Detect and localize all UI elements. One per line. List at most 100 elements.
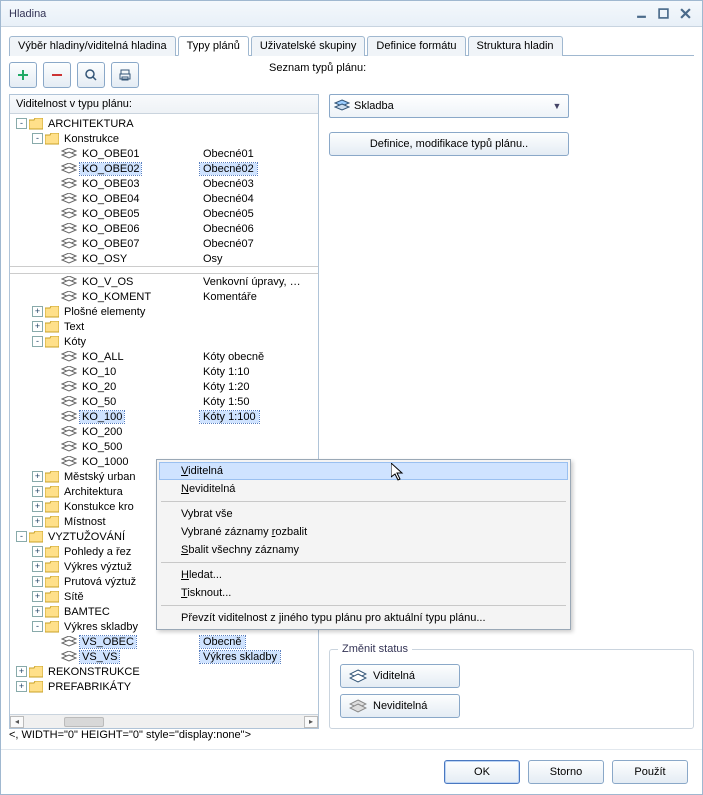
tree-folder[interactable]: +PREFABRIKÁTY <box>10 679 318 694</box>
tab-0[interactable]: Výběr hladiny/viditelná hladina <box>9 36 176 56</box>
row-desc: Obecné07 <box>200 238 257 250</box>
expander[interactable]: - <box>16 531 27 542</box>
tree-layer[interactable]: KO_ALLKóty obecně <box>10 349 318 364</box>
expander[interactable]: + <box>32 561 43 572</box>
row-label: VS_OBEC <box>80 636 136 648</box>
plan-type-combo[interactable]: Skladba ▼ <box>329 94 569 118</box>
titlebar: Hladina <box>1 1 702 27</box>
tree-layer[interactable]: KO_OBE01Obecné01 <box>10 146 318 161</box>
minimize-button[interactable] <box>632 6 650 22</box>
expander[interactable]: + <box>32 576 43 587</box>
menu-item[interactable]: Sbalit všechny záznamy <box>159 541 568 559</box>
expander[interactable]: + <box>32 471 43 482</box>
tree-layer[interactable]: KO_OBE02Obecné02 <box>10 161 318 176</box>
row-label: KO_500 <box>80 441 124 453</box>
tree-layer[interactable]: KO_OBE04Obecné04 <box>10 191 318 206</box>
tab-1[interactable]: Typy plánů <box>178 36 249 56</box>
expander[interactable]: + <box>32 516 43 527</box>
expander[interactable]: + <box>32 606 43 617</box>
tree-layer[interactable]: KO_100 Kóty 1:100 <box>10 409 318 424</box>
tree-layer[interactable]: KO_OBE07 Obecné07 <box>10 236 318 251</box>
expander[interactable]: + <box>32 546 43 557</box>
expander[interactable]: + <box>32 306 43 317</box>
tree-layer[interactable]: KO_KOMENT Komentáře <box>10 289 318 304</box>
expander[interactable]: + <box>32 501 43 512</box>
expander[interactable]: - <box>32 621 43 632</box>
row-desc: Obecné02 <box>200 163 257 175</box>
dialog-window: Hladina Výběr hladiny/viditelná hladinaT… <box>0 0 703 795</box>
tab-2[interactable]: Uživatelské skupiny <box>251 36 366 56</box>
row-label: ARCHITEKTURA <box>46 118 136 130</box>
menu-item[interactable]: Převzít viditelnost z jiného typu plánu … <box>159 609 568 627</box>
row-label: Architektura <box>62 486 125 498</box>
tree-folder[interactable]: -Konstrukce <box>10 131 318 146</box>
tree-layer[interactable]: VS_OBECObecně <box>10 634 318 649</box>
visible-button[interactable]: Viditelná <box>340 664 460 688</box>
tree-folder[interactable]: - ARCHITEKTURA <box>10 116 318 131</box>
menu-item[interactable]: Hledat... <box>159 566 568 584</box>
row-desc: Komentáře <box>200 291 260 303</box>
row-label: KO_OBE03 <box>80 178 141 190</box>
print-button[interactable] <box>111 62 139 88</box>
row-desc: Kóty 1:10 <box>200 366 252 378</box>
expander[interactable]: + <box>32 591 43 602</box>
invisible-button[interactable]: Neviditelná <box>340 694 460 718</box>
row-desc: Kóty 1:100 <box>200 411 259 423</box>
expander[interactable]: - <box>16 118 27 129</box>
tree-layer[interactable]: KO_20Kóty 1:20 <box>10 379 318 394</box>
tree-folder[interactable]: + Plošné elementy <box>10 304 318 319</box>
row-label: KO_V_OS <box>80 276 135 288</box>
dialog-footer: OK Storno Použít <box>1 749 702 794</box>
row-label: KO_OBE05 <box>80 208 141 220</box>
tree-layer[interactable]: KO_10 Kóty 1:10 <box>10 364 318 379</box>
search-button[interactable] <box>77 62 105 88</box>
right-panel: Skladba ▼ Definice, modifikace typů plán… <box>329 94 694 729</box>
row-desc: Osy <box>200 253 226 265</box>
maximize-button[interactable] <box>654 6 672 22</box>
expander[interactable]: + <box>16 666 27 677</box>
remove-button[interactable] <box>43 62 71 88</box>
close-button[interactable] <box>676 6 694 22</box>
expander[interactable]: + <box>16 681 27 692</box>
tree-layer[interactable]: KO_OBE05Obecné05 <box>10 206 318 221</box>
tree-layer[interactable]: KO_200 <box>10 424 318 439</box>
cancel-button[interactable]: Storno <box>528 760 604 784</box>
row-label: Pohledy a řez <box>62 546 133 558</box>
tree-folder[interactable]: +REKONSTRUKCE <box>10 664 318 679</box>
row-label: KO_OBE07 <box>80 238 141 250</box>
expander[interactable]: - <box>32 133 43 144</box>
menu-item[interactable]: Vybrat vše <box>159 505 568 523</box>
tree-layer[interactable]: KO_OSYOsy <box>10 251 318 266</box>
row-label: KO_10 <box>80 366 118 378</box>
expander[interactable]: + <box>32 321 43 332</box>
horizontal-scrollbar[interactable]: ◂▸ <box>10 714 318 728</box>
tree-layer[interactable]: VS_VSVýkres skladby <box>10 649 318 664</box>
tree-layer[interactable]: KO_V_OSVenkovní úpravy, … <box>10 274 318 289</box>
menu-item[interactable]: Tisknout... <box>159 584 568 602</box>
row-label: KO_KOMENT <box>80 291 153 303</box>
tab-4[interactable]: Struktura hladin <box>468 36 563 56</box>
tree-layer[interactable]: KO_OBE03Obecné03 <box>10 176 318 191</box>
tree-layer[interactable]: KO_50Kóty 1:50 <box>10 394 318 409</box>
tree-folder[interactable]: -Kóty <box>10 334 318 349</box>
row-label: BAMTEC <box>62 606 112 618</box>
tree-layer[interactable]: KO_500 <box>10 439 318 454</box>
row-desc: Kóty 1:20 <box>200 381 252 393</box>
menu-item[interactable]: Viditelná <box>159 462 568 480</box>
tree-layer[interactable]: KO_OBE06Obecné06 <box>10 221 318 236</box>
define-plan-types-button[interactable]: Definice, modifikace typů plánu.. <box>329 132 569 156</box>
ok-button[interactable]: OK <box>444 760 520 784</box>
row-label: Plošné elementy <box>62 306 147 318</box>
tab-3[interactable]: Definice formátu <box>367 36 465 56</box>
menu-item[interactable]: Vybrané záznamy rozbalit <box>159 523 568 541</box>
row-label: KO_100 <box>80 411 124 423</box>
tree-folder[interactable]: +Text <box>10 319 318 334</box>
expander[interactable]: - <box>32 336 43 347</box>
add-button[interactable] <box>9 62 37 88</box>
visible-layer-icon <box>349 669 367 683</box>
apply-button[interactable]: Použít <box>612 760 688 784</box>
expander[interactable]: + <box>32 486 43 497</box>
row-desc: Kóty obecně <box>200 351 267 363</box>
menu-item[interactable]: Neviditelná <box>159 480 568 498</box>
row-label: VS_VS <box>80 651 119 663</box>
